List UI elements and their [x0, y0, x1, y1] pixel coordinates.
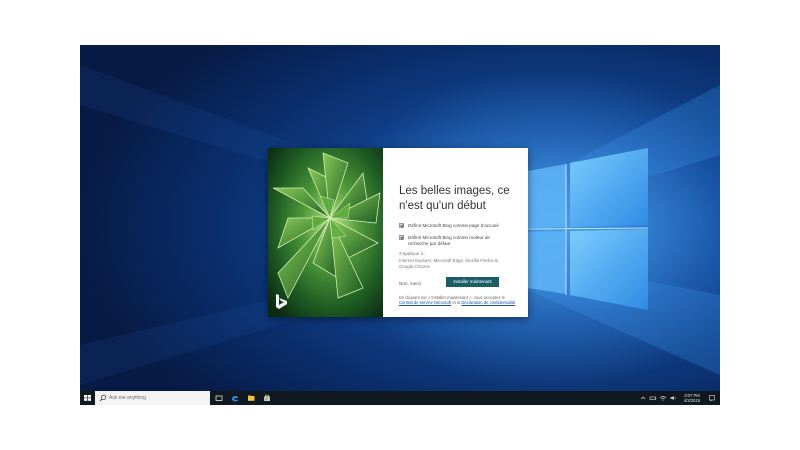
- legal-notice: En cliquant sur « Installer maintenant »…: [399, 295, 517, 306]
- battery-icon[interactable]: [648, 393, 658, 403]
- privacy-statement-link[interactable]: Déclaration de confidentialité: [461, 300, 515, 305]
- edge-browser-icon[interactable]: [230, 393, 240, 403]
- network-icon[interactable]: [658, 393, 668, 403]
- search-engine-checkbox[interactable]: [399, 235, 404, 240]
- volume-icon[interactable]: [668, 393, 678, 403]
- clock-date: 4/2/2015: [683, 398, 701, 403]
- homepage-option-label: Définir Microsoft Bing comme page d'accu…: [408, 223, 499, 228]
- store-icon[interactable]: [262, 393, 272, 403]
- legal-prefix: En cliquant sur « Installer maintenant »…: [399, 295, 505, 300]
- dialog-title: Les belles images, ce n'est qu'un début: [399, 185, 510, 212]
- desktop: Les belles images, ce n'est qu'un début …: [80, 45, 720, 405]
- file-explorer-icon[interactable]: [246, 393, 256, 403]
- bing-install-dialog: Les belles images, ce n'est qu'un début …: [268, 148, 528, 317]
- dialog-content: Les belles images, ce n'est qu'un début …: [383, 148, 528, 317]
- decline-link[interactable]: Non, merci: [399, 281, 421, 286]
- legal-mid: et la: [452, 300, 461, 306]
- browsers-list: Internet Explorer, Microsoft Edge, Mozil…: [399, 258, 498, 269]
- task-view-icon[interactable]: [214, 393, 224, 403]
- install-now-button[interactable]: Installer maintenant: [446, 277, 499, 287]
- start-button[interactable]: [80, 391, 95, 405]
- windows-start-icon: [84, 395, 91, 401]
- system-clock[interactable]: 3:07 PM 4/2/2015: [680, 393, 704, 404]
- chevron-up-icon[interactable]: [638, 393, 648, 403]
- taskbar: Ask me anything 3:07 PM 4/2/2015: [80, 391, 720, 405]
- search-placeholder: Ask me anything: [109, 395, 146, 401]
- succulent-hero-image: [268, 148, 383, 317]
- notifications-icon[interactable]: [707, 393, 717, 403]
- applies-to-label: S'applique à :: [399, 251, 426, 256]
- service-agreement-link[interactable]: Contrat de service Microsoft: [399, 300, 451, 305]
- search-engine-option-label: Définir Microsoft Bing comme moteur de r…: [408, 235, 490, 246]
- search-icon: [99, 394, 107, 402]
- homepage-checkbox[interactable]: [399, 223, 404, 228]
- taskbar-search-box[interactable]: Ask me anything: [95, 391, 210, 405]
